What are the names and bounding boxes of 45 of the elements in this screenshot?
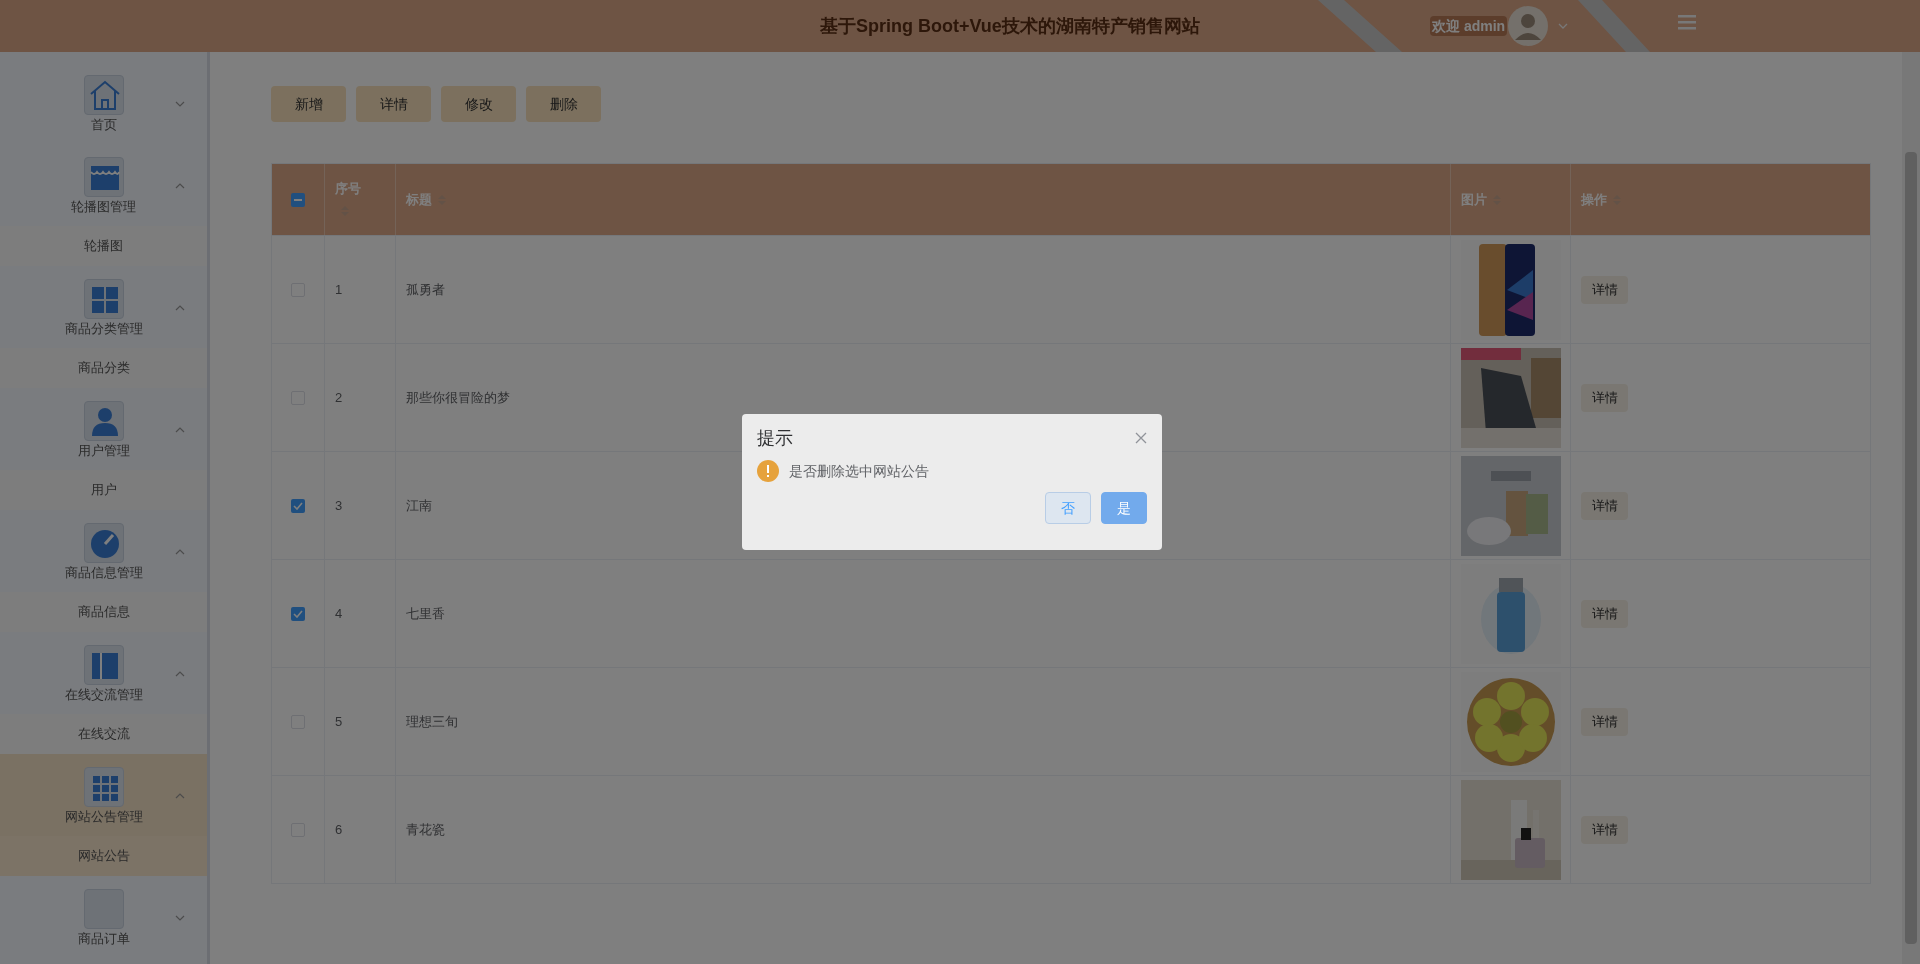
menu-item[interactable]: 商品订单 — [0, 876, 207, 958]
menu-icon[interactable] — [1678, 14, 1696, 30]
menu-item[interactable]: 商品分类管理 — [0, 266, 207, 348]
menu-item[interactable]: 商品信息管理 — [0, 510, 207, 592]
table-cell-text: 七里香 — [406, 604, 445, 623]
table-cell-text: 3 — [335, 496, 343, 515]
table-cell-text: 孤勇者 — [406, 280, 445, 299]
menu-item[interactable]: 首页 — [0, 62, 207, 144]
menu-item[interactable]: 网站公告管理 — [0, 754, 207, 836]
details-button[interactable]: 详情 — [1581, 275, 1628, 304]
close-icon[interactable] — [1135, 432, 1147, 444]
table-cell-text: 6 — [335, 820, 343, 839]
table-cell-text: 1 — [335, 280, 343, 299]
details-button[interactable]: 详情 — [1581, 707, 1628, 736]
site-title: 基于Spring Boot+Vue技术的湖南特产销售网站 — [820, 15, 1200, 38]
table-cell-text: 青花瓷 — [406, 820, 445, 839]
scrollbar[interactable] — [1902, 52, 1920, 964]
table-cell-text: 江南 — [406, 496, 432, 515]
table-cell-text: 4 — [335, 604, 343, 623]
avatar-icon[interactable] — [1508, 6, 1548, 46]
chevron-down-icon[interactable] — [1558, 22, 1568, 30]
menu-item[interactable]: 用户管理 — [0, 388, 207, 470]
details-button[interactable]: 详情 — [1581, 383, 1628, 412]
toolbar-button[interactable]: 新增 — [271, 86, 346, 122]
table-cell-text: 2 — [335, 388, 343, 407]
cancel-button[interactable]: 否 — [1045, 492, 1091, 524]
table-cell-text: 5 — [335, 712, 343, 731]
toolbar-button[interactable]: 删除 — [526, 86, 601, 122]
row-checkbox[interactable] — [291, 498, 305, 513]
dialog-title: 提示 — [757, 427, 793, 450]
row-checkbox[interactable] — [291, 606, 305, 621]
menu-item[interactable]: 在线交流管理 — [0, 632, 207, 714]
toolbar-button[interactable]: 修改 — [441, 86, 516, 122]
welcome-text: 欢迎 admin — [1430, 16, 1508, 36]
table-cell-text: 那些你很冒险的梦 — [406, 388, 510, 407]
toolbar-button[interactable]: 详情 — [356, 86, 431, 122]
details-button[interactable]: 详情 — [1581, 599, 1628, 628]
table-cell-text: 理想三旬 — [406, 712, 458, 731]
warning-icon — [757, 460, 779, 482]
details-button[interactable]: 详情 — [1581, 815, 1628, 844]
menu-item[interactable]: 轮播图管理 — [0, 144, 207, 226]
confirm-button[interactable]: 是 — [1101, 492, 1147, 524]
select-all-checkbox[interactable] — [291, 192, 305, 207]
dialog-message: 是否删除选中网站公告 — [789, 461, 929, 481]
details-button[interactable]: 详情 — [1581, 491, 1628, 520]
